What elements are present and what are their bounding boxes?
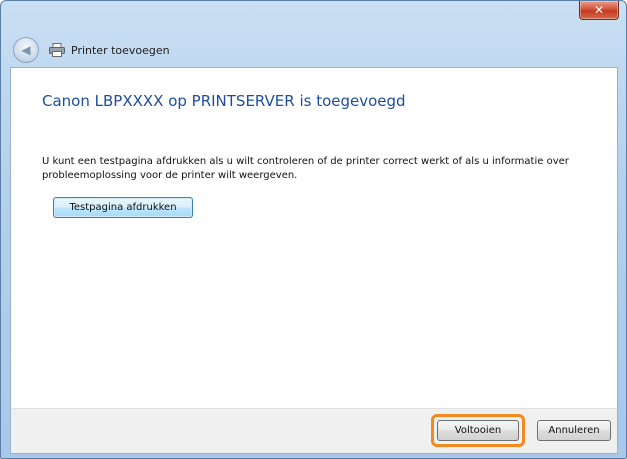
add-printer-window: ✕ ◀ Printer toevoegen Canon LBPXXXX op P… — [0, 0, 627, 459]
wizard-footer: Voltooien Annuleren — [10, 408, 618, 454]
cancel-button[interactable]: Annuleren — [537, 420, 611, 441]
back-arrow-icon: ◀ — [21, 43, 31, 57]
close-button[interactable]: ✕ — [579, 1, 619, 20]
printer-icon — [49, 43, 65, 57]
close-icon: ✕ — [593, 3, 605, 17]
wizard-content: Canon LBPXXXX op PRINTSERVER is toegevoe… — [10, 67, 618, 409]
back-button[interactable]: ◀ — [13, 37, 39, 63]
navigation-bar: ◀ Printer toevoegen — [9, 35, 617, 65]
title-bar: ✕ — [1, 1, 626, 31]
finish-button[interactable]: Voltooien — [437, 420, 519, 441]
wizard-title: Printer toevoegen — [71, 43, 170, 57]
page-heading: Canon LBPXXXX op PRINTSERVER is toegevoe… — [42, 92, 406, 110]
description-text: U kunt een testpagina afdrukken als u wi… — [42, 156, 569, 181]
print-test-page-button[interactable]: Testpagina afdrukken — [53, 197, 193, 218]
